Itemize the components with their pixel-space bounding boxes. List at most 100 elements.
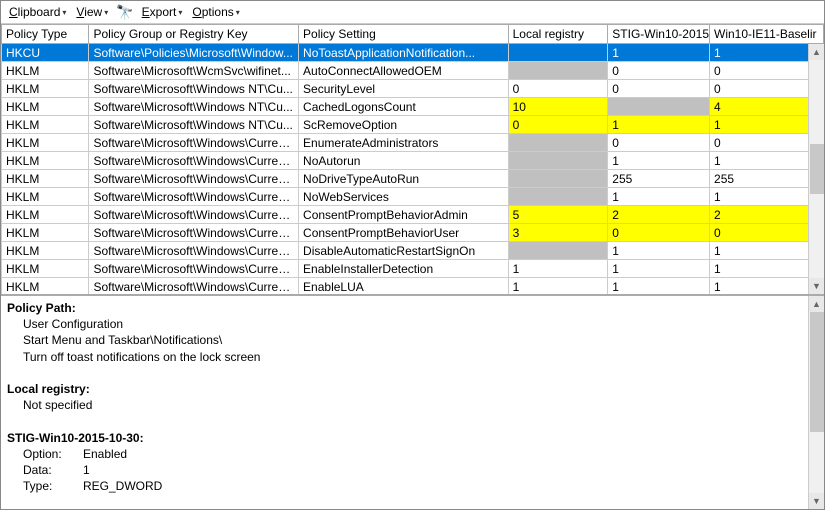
- table-cell[interactable]: Software\Microsoft\Windows NT\Cu...: [89, 98, 299, 116]
- table-cell[interactable]: EnumerateAdministrators: [299, 134, 509, 152]
- policy-grid[interactable]: Policy Type Policy Group or Registry Key…: [1, 24, 824, 296]
- table-cell[interactable]: [508, 188, 608, 206]
- table-cell[interactable]: HKLM: [2, 206, 89, 224]
- table-cell[interactable]: HKLM: [2, 260, 89, 278]
- table-cell[interactable]: 1: [608, 116, 710, 134]
- table-cell[interactable]: SecurityLevel: [299, 80, 509, 98]
- table-row[interactable]: HKLMSoftware\Microsoft\Windows\Curren...…: [2, 188, 824, 206]
- table-cell[interactable]: 2: [608, 206, 710, 224]
- scroll-down-icon[interactable]: ▼: [809, 493, 824, 509]
- table-cell[interactable]: 0: [710, 134, 824, 152]
- table-cell[interactable]: Software\Microsoft\Windows\Curren...: [89, 242, 299, 260]
- table-cell[interactable]: 0: [608, 62, 710, 80]
- table-cell[interactable]: 1: [710, 188, 824, 206]
- table-row[interactable]: HKLMSoftware\Microsoft\Windows\Curren...…: [2, 152, 824, 170]
- table-cell[interactable]: 1: [608, 152, 710, 170]
- table-cell[interactable]: [508, 152, 608, 170]
- grid-header-row[interactable]: Policy Type Policy Group or Registry Key…: [2, 25, 824, 44]
- scroll-thumb[interactable]: [810, 144, 824, 194]
- table-cell[interactable]: Software\Microsoft\Windows\Curren...: [89, 260, 299, 278]
- col-policy-type[interactable]: Policy Type: [2, 25, 89, 44]
- table-cell[interactable]: NoDriveTypeAutoRun: [299, 170, 509, 188]
- table-cell[interactable]: 255: [608, 170, 710, 188]
- grid-scrollbar[interactable]: ▲ ▼: [808, 44, 824, 294]
- menu-clipboard[interactable]: Clipboard ▾: [7, 4, 68, 20]
- table-cell[interactable]: [608, 98, 710, 116]
- table-cell[interactable]: 0: [710, 80, 824, 98]
- table-cell[interactable]: 0: [508, 116, 608, 134]
- table-cell[interactable]: AutoConnectAllowedOEM: [299, 62, 509, 80]
- table-cell[interactable]: 1: [608, 260, 710, 278]
- table-cell[interactable]: Software\Microsoft\Windows\Curren...: [89, 224, 299, 242]
- table-row[interactable]: HKCUSoftware\Policies\Microsoft\Window..…: [2, 44, 824, 62]
- table-cell[interactable]: 1: [710, 44, 824, 62]
- table-cell[interactable]: Software\Policies\Microsoft\Window...: [89, 44, 299, 62]
- table-cell[interactable]: 10: [508, 98, 608, 116]
- table-cell[interactable]: Software\Microsoft\Windows NT\Cu...: [89, 80, 299, 98]
- menu-options[interactable]: Options ▾: [190, 4, 241, 20]
- table-cell[interactable]: HKLM: [2, 98, 89, 116]
- table-cell[interactable]: ScRemoveOption: [299, 116, 509, 134]
- table-cell[interactable]: 0: [508, 80, 608, 98]
- table-cell[interactable]: Software\Microsoft\Windows\Curren...: [89, 152, 299, 170]
- table-cell[interactable]: ConsentPromptBehaviorUser: [299, 224, 509, 242]
- table-cell[interactable]: 0: [710, 62, 824, 80]
- col-local-registry[interactable]: Local registry: [508, 25, 608, 44]
- table-cell[interactable]: 0: [608, 134, 710, 152]
- table-cell[interactable]: 0: [608, 80, 710, 98]
- table-cell[interactable]: Software\Microsoft\WcmSvc\wifinet...: [89, 62, 299, 80]
- table-cell[interactable]: 1: [608, 188, 710, 206]
- table-row[interactable]: HKLMSoftware\Microsoft\Windows\Curren...…: [2, 224, 824, 242]
- table-cell[interactable]: HKLM: [2, 152, 89, 170]
- table-cell[interactable]: Software\Microsoft\Windows\Curren...: [89, 170, 299, 188]
- table-cell[interactable]: Software\Microsoft\Windows\Curren...: [89, 188, 299, 206]
- table-cell[interactable]: NoWebServices: [299, 188, 509, 206]
- table-cell[interactable]: HKLM: [2, 80, 89, 98]
- table-cell[interactable]: 4: [710, 98, 824, 116]
- table-cell[interactable]: [508, 170, 608, 188]
- table-cell[interactable]: HKLM: [2, 242, 89, 260]
- table-cell[interactable]: HKLM: [2, 62, 89, 80]
- table-row[interactable]: HKLMSoftware\Microsoft\Windows\Curren...…: [2, 242, 824, 260]
- scroll-thumb[interactable]: [810, 312, 824, 432]
- table-cell[interactable]: NoAutorun: [299, 152, 509, 170]
- table-cell[interactable]: HKLM: [2, 170, 89, 188]
- table-cell[interactable]: CachedLogonsCount: [299, 98, 509, 116]
- table-row[interactable]: HKLMSoftware\Microsoft\WcmSvc\wifinet...…: [2, 62, 824, 80]
- binoculars-icon[interactable]: 🔭: [116, 5, 133, 19]
- table-cell[interactable]: [508, 134, 608, 152]
- table-cell[interactable]: HKLM: [2, 134, 89, 152]
- table-cell[interactable]: [508, 242, 608, 260]
- menu-export[interactable]: Export ▾: [140, 4, 185, 20]
- table-cell[interactable]: [508, 62, 608, 80]
- table-cell[interactable]: 0: [608, 224, 710, 242]
- table-cell[interactable]: HKCU: [2, 44, 89, 62]
- table-row[interactable]: HKLMSoftware\Microsoft\Windows NT\Cu...S…: [2, 116, 824, 134]
- table-cell[interactable]: HKLM: [2, 278, 89, 296]
- table-cell[interactable]: 1: [710, 152, 824, 170]
- table-cell[interactable]: DisableAutomaticRestartSignOn: [299, 242, 509, 260]
- table-cell[interactable]: 1: [710, 116, 824, 134]
- detail-scrollbar[interactable]: ▲ ▼: [808, 296, 824, 509]
- table-cell[interactable]: 1: [608, 278, 710, 296]
- table-cell[interactable]: Software\Microsoft\Windows NT\Cu...: [89, 116, 299, 134]
- menu-view[interactable]: View ▾: [74, 4, 110, 20]
- table-cell[interactable]: 1: [710, 278, 824, 296]
- table-cell[interactable]: 1: [710, 260, 824, 278]
- table-cell[interactable]: EnableLUA: [299, 278, 509, 296]
- table-row[interactable]: HKLMSoftware\Microsoft\Windows\Curren...…: [2, 134, 824, 152]
- table-cell[interactable]: 1: [508, 278, 608, 296]
- col-policy-setting[interactable]: Policy Setting: [299, 25, 509, 44]
- table-cell[interactable]: HKLM: [2, 188, 89, 206]
- table-cell[interactable]: [508, 44, 608, 62]
- col-baseline[interactable]: Win10-IE11-Baselir: [710, 25, 824, 44]
- table-cell[interactable]: EnableInstallerDetection: [299, 260, 509, 278]
- col-policy-group[interactable]: Policy Group or Registry Key: [89, 25, 299, 44]
- table-cell[interactable]: 1: [608, 44, 710, 62]
- table-cell[interactable]: 1: [508, 260, 608, 278]
- table-row[interactable]: HKLMSoftware\Microsoft\Windows\Curren...…: [2, 206, 824, 224]
- table-cell[interactable]: 1: [608, 242, 710, 260]
- table-cell[interactable]: NoToastApplicationNotification...: [299, 44, 509, 62]
- scroll-up-icon[interactable]: ▲: [809, 44, 824, 60]
- table-cell[interactable]: Software\Microsoft\Windows\Curren...: [89, 278, 299, 296]
